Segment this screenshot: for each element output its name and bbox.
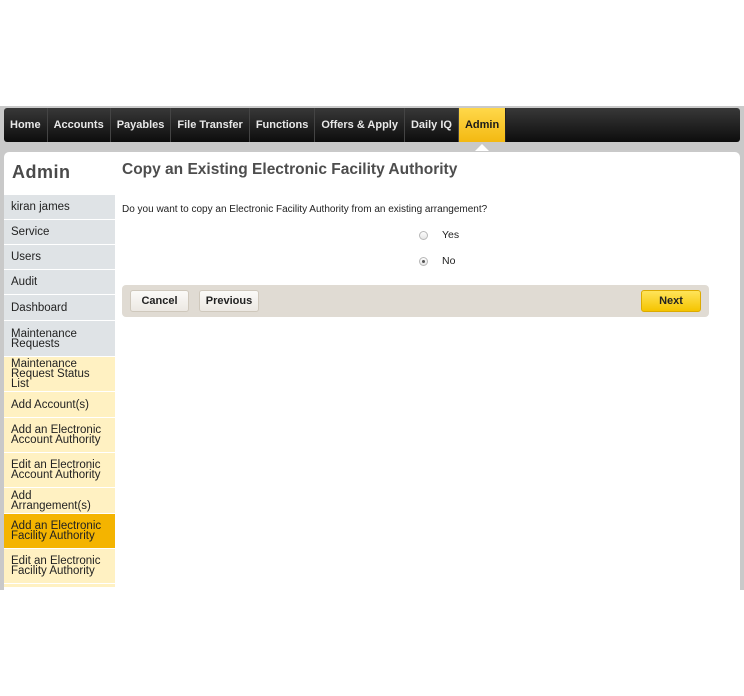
nav-functions[interactable]: Functions (250, 108, 316, 142)
sidebar-item-add-electronic-account-authority[interactable]: Add an Electronic Account Authority (4, 418, 115, 453)
sidebar-item-partial (4, 584, 115, 588)
option-yes-label: Yes (442, 229, 460, 241)
cancel-button[interactable]: Cancel (130, 290, 189, 312)
nav-admin[interactable]: Admin (458, 108, 507, 151)
sidebar-item-dashboard[interactable]: Dashboard (4, 295, 115, 321)
sidebar-title: Admin (12, 162, 71, 182)
nav-home[interactable]: Home (4, 108, 48, 142)
sidebar-item-edit-electronic-account-authority[interactable]: Edit an Electronic Account Authority (4, 453, 115, 488)
previous-button[interactable]: Previous (199, 290, 259, 312)
nav-file-transfer[interactable]: File Transfer (171, 108, 250, 142)
nav-payables[interactable]: Payables (111, 108, 172, 142)
option-no[interactable]: No (419, 255, 455, 267)
radio-no[interactable] (419, 256, 428, 266)
sidebar-item-add-arrangements[interactable]: Add Arrangement(s) (4, 488, 115, 514)
page-title: Copy an Existing Electronic Facility Aut… (122, 161, 458, 178)
sidebar-item-user[interactable]: kiran james (4, 195, 115, 220)
sidebar-item-edit-electronic-facility-authority[interactable]: Edit an Electronic Facility Authority (4, 549, 115, 584)
sidebar-item-service[interactable]: Service (4, 220, 115, 245)
nav-offers-apply[interactable]: Offers & Apply (315, 108, 405, 142)
sidebar-item-maintenance-requests[interactable]: Maintenance Requests (4, 321, 115, 357)
sidebar-item-users[interactable]: Users (4, 245, 115, 270)
option-yes[interactable]: Yes (419, 229, 459, 241)
next-button[interactable]: Next (641, 290, 701, 312)
copy-question: Do you want to copy an Electronic Facili… (122, 204, 488, 215)
sidebar-item-add-electronic-facility-authority[interactable]: Add an Electronic Facility Authority (4, 514, 115, 549)
nav-daily-iq[interactable]: Daily IQ (405, 108, 459, 142)
sidebar: kiran james Service Users Audit Dashboar… (4, 195, 115, 588)
top-navigation: Home Accounts Payables File Transfer Fun… (4, 108, 740, 151)
sidebar-item-maintenance-status-list[interactable]: Maintenance Request Status List (4, 357, 115, 392)
sidebar-item-add-accounts[interactable]: Add Account(s) (4, 392, 115, 418)
nav-accounts[interactable]: Accounts (48, 108, 111, 142)
action-bar: Cancel Previous Next (122, 285, 709, 317)
radio-yes[interactable] (419, 230, 428, 240)
option-no-label: No (442, 255, 456, 267)
sidebar-item-audit[interactable]: Audit (4, 270, 115, 295)
